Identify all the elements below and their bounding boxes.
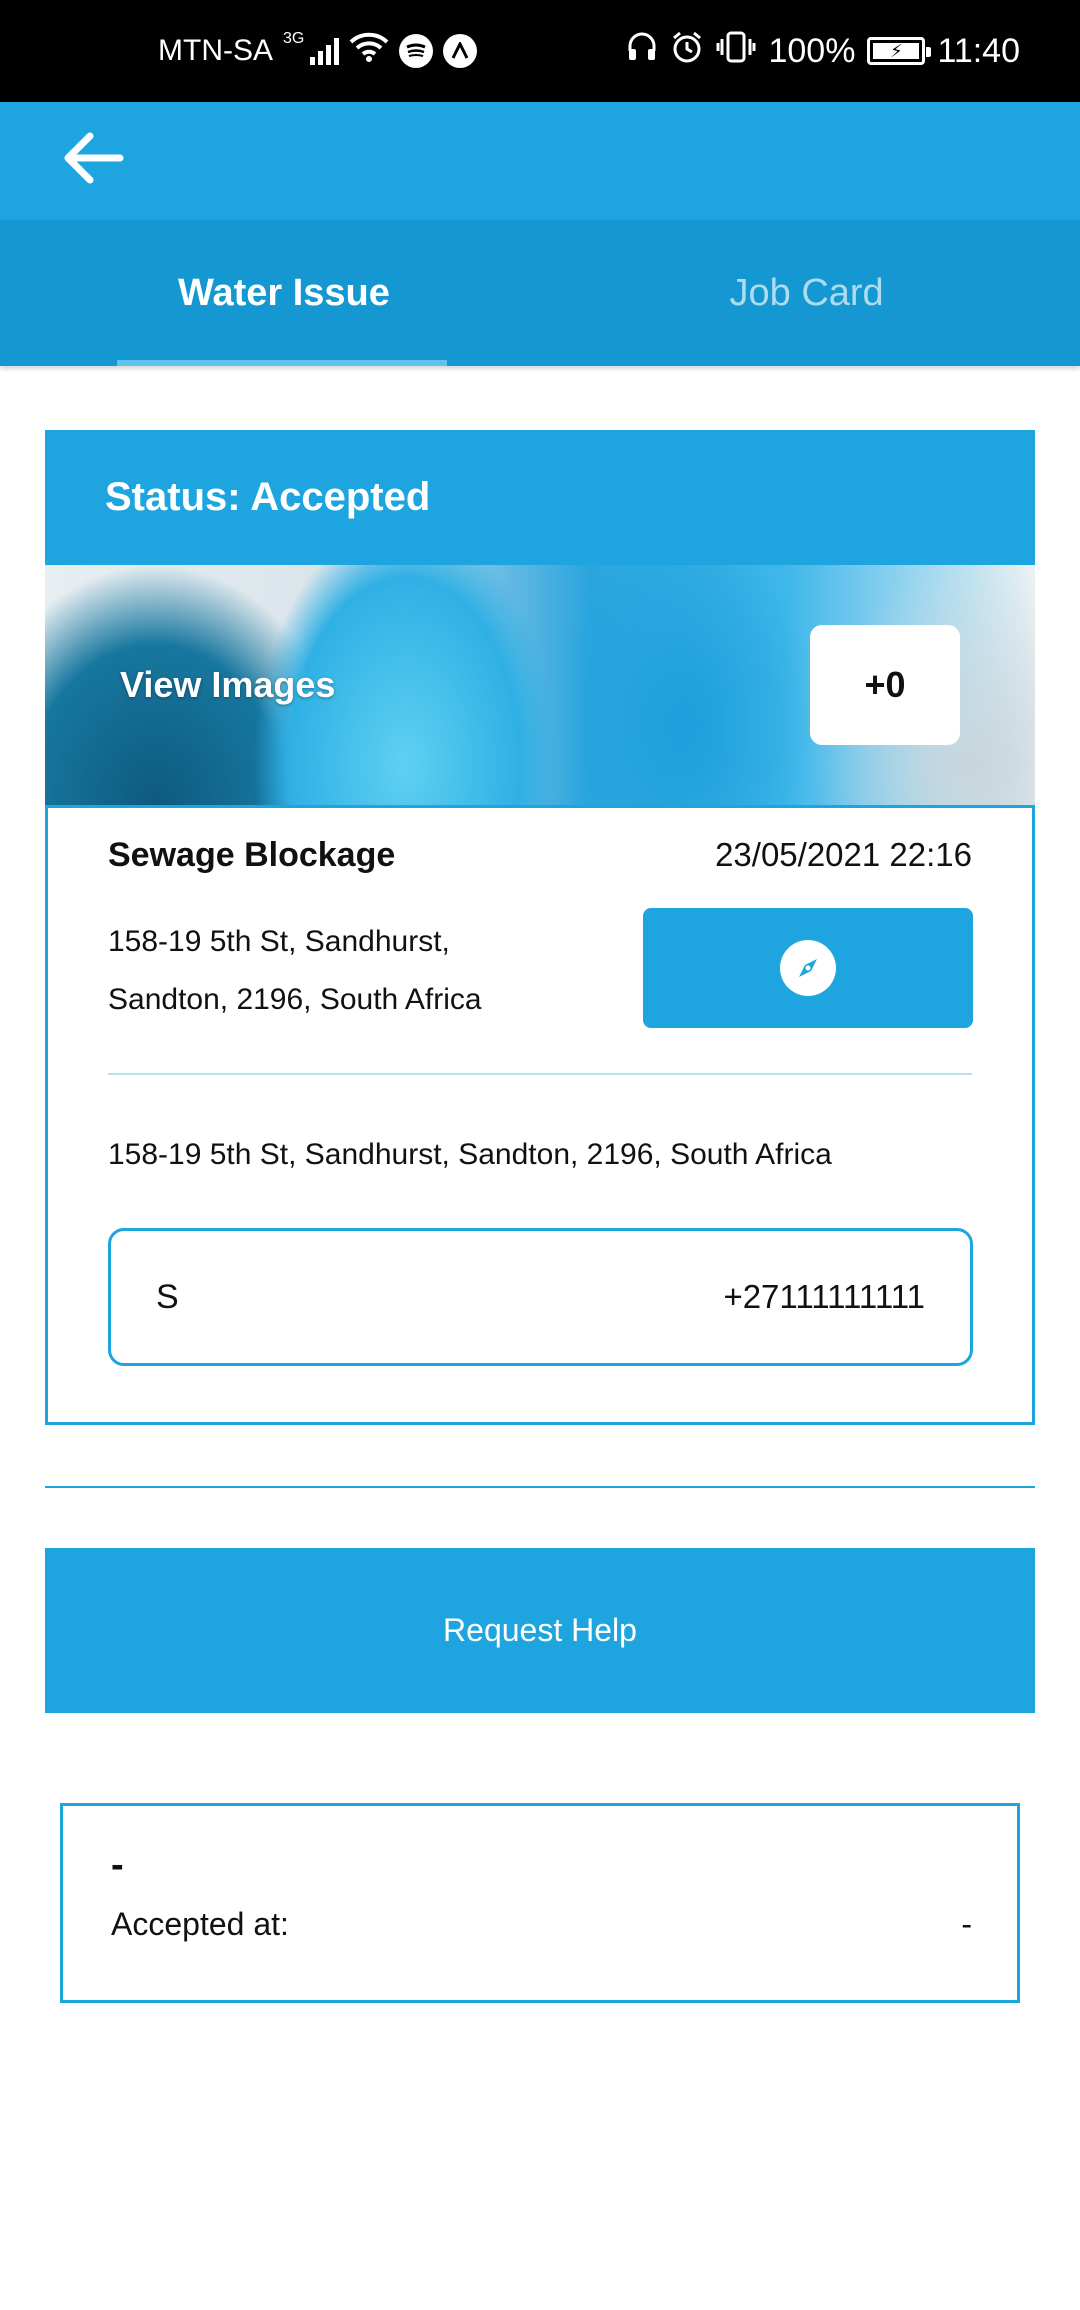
accepted-at-label: Accepted at: [111,1906,289,1942]
tab-water-issue[interactable]: Water Issue [0,220,529,366]
back-button[interactable] [52,118,132,198]
headphones-icon [626,31,658,72]
images-banner[interactable]: View Images +0 [45,565,1035,805]
status-right: 100% ⚡ 11:40 [626,0,1020,102]
acceptance-card: - Accepted at: - [60,1803,1020,2003]
wifi-icon [349,31,389,71]
status-left: MTN-SA 3G [158,0,478,102]
app-bar [0,102,1080,220]
compass-icon [780,940,836,996]
accepted-at-value: - [961,1906,972,1942]
view-images-label[interactable]: View Images [120,565,335,805]
full-address: 158-19 5th St, Sandhurst, Sandton, 2196,… [108,1138,832,1171]
contact-name: S [156,1277,179,1316]
section-divider [45,1486,1035,1488]
battery-percent: 100% [768,31,856,70]
navigate-button[interactable] [643,908,973,1028]
issue-title: Sewage Blockage [108,836,396,874]
issue-date: 23/05/2021 22:16 [715,836,972,873]
alarm-icon [670,30,704,73]
vibrate-icon [716,31,756,72]
accepted-by: - [111,1844,124,1886]
contact-phone[interactable]: +27111111111 [723,1231,925,1363]
tab-bar: Water Issue Job Card [0,220,1080,366]
issue-address: 158-19 5th St, Sandhurst, Sandton, 2196,… [108,925,482,1016]
contact-box[interactable]: S +27111111111 [108,1228,973,1366]
network-type: 3G [283,30,305,47]
battery-charging-icon: ⚡ [867,37,932,65]
status-bar: MTN-SA 3G 100% ⚡ 11:40 [0,0,1080,102]
request-help-button[interactable]: Request Help [45,1548,1035,1713]
tab-job-card[interactable]: Job Card [529,220,1080,366]
image-count-badge[interactable]: +0 [810,625,960,745]
status-header: Status: Accepted [45,430,1035,565]
spotify-icon [399,34,434,68]
carrier-name: MTN-SA [158,34,273,67]
signal-icon [310,37,340,65]
divider [108,1073,972,1075]
issue-detail-card: Sewage Blockage 23/05/2021 22:16 158-19 … [45,805,1035,1425]
clock: 11:40 [937,31,1020,70]
arrow-left-icon [64,132,124,184]
nav-app-icon [443,34,478,68]
